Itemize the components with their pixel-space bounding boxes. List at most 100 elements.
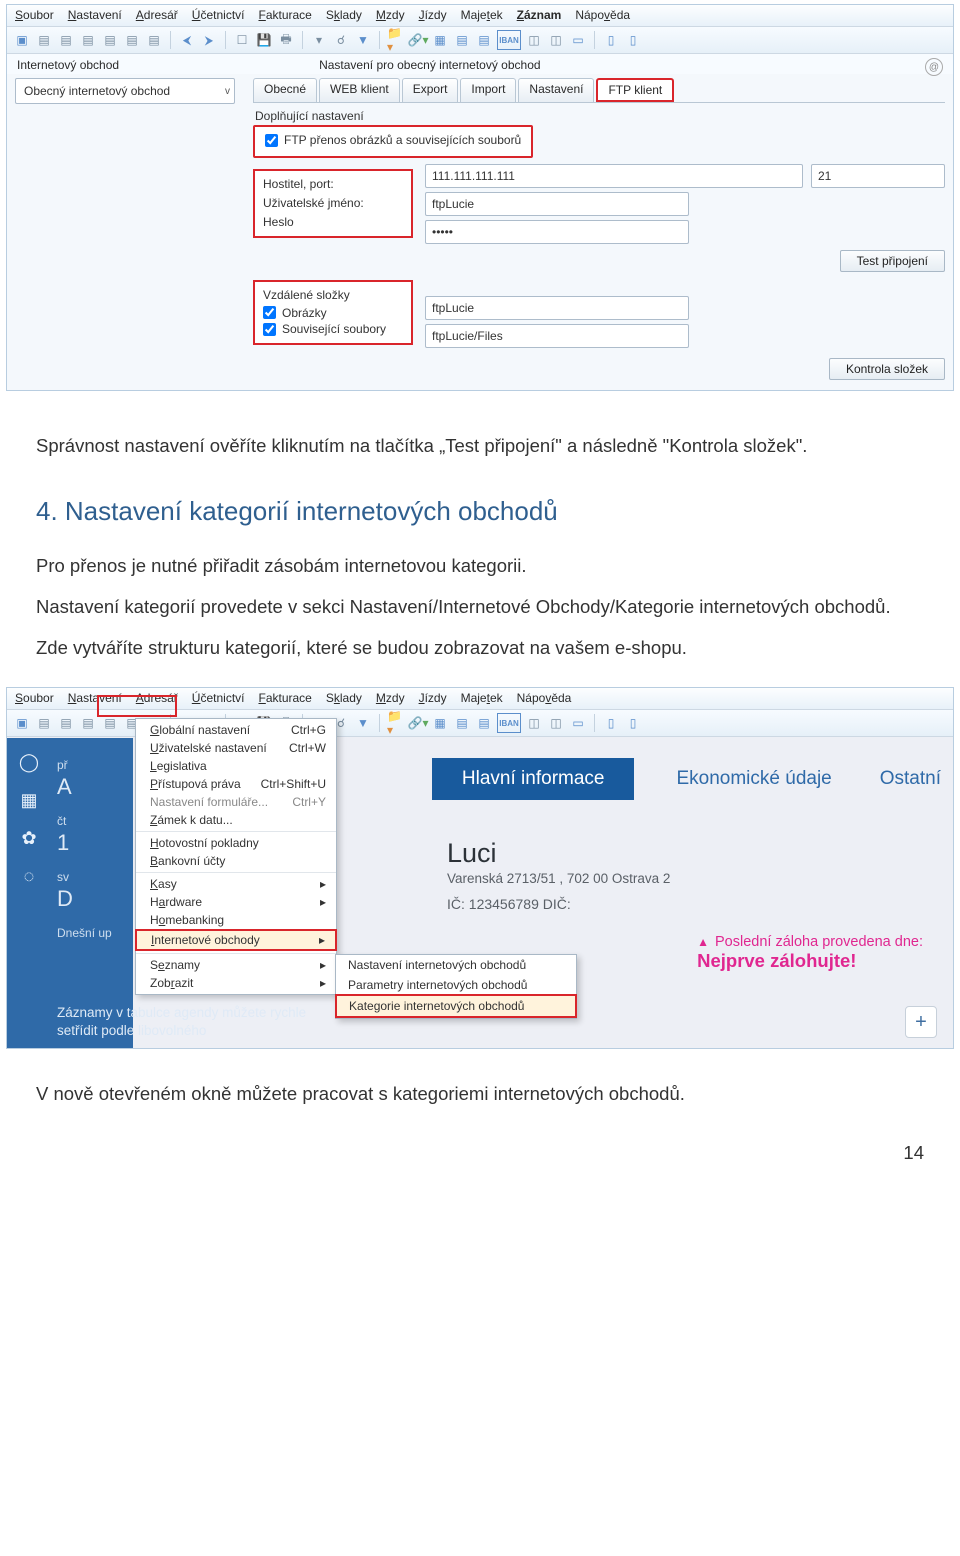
menu-item-jizdy[interactable]: Jízdy [419,691,447,705]
page-icon[interactable]: ▤ [101,31,119,49]
input-pass[interactable]: ••••• [425,220,689,244]
menu-item-majetek[interactable]: Majetek [461,8,503,22]
menu-item[interactable]: Zobrazit▸ [136,974,336,992]
menu-item-majetek[interactable]: Majetek [461,691,503,705]
menu-item[interactable]: Hardware▸ [136,893,336,911]
remote-files-checkbox[interactable]: Související soubory [263,322,386,336]
tab-import[interactable]: Import [460,78,516,102]
print-icon[interactable]: 🖶 [277,31,295,49]
page-icon[interactable]: ▤ [35,31,53,49]
menu-item-zaznam[interactable]: Záznam [517,8,562,22]
iban-icon[interactable]: IBAN [497,713,521,733]
menu-item[interactable]: Globální nastaveníCtrl+G [136,721,336,739]
menu-item[interactable]: Zámek k datu... [136,811,336,829]
menu-item[interactable]: Bankovní účty [136,852,336,870]
submenu-item-kategorie[interactable]: Kategorie internetových obchodů [335,994,577,1018]
remote-images-checkbox-input[interactable] [263,306,276,319]
calendar-icon[interactable]: ▦ [15,786,43,814]
menu-item-nastaveni[interactable]: Nastavení [68,691,122,705]
menu-item-adresar[interactable]: Adresář [136,691,178,705]
folder-icon[interactable]: 📁▾ [387,31,405,49]
tab-hlavni-informace[interactable]: Hlavní informace [432,758,635,800]
menu-item-soubor[interactable]: Soubor [15,691,54,705]
menu-item[interactable]: Uživatelské nastaveníCtrl+W [136,739,336,757]
menu-item[interactable]: Legislativa [136,757,336,775]
window-icon[interactable]: ◫ [547,714,565,732]
menu-item[interactable]: Homebanking [136,911,336,929]
menu-item-jizdy[interactable]: Jízdy [419,8,447,22]
person-icon[interactable]: ◯ [15,748,43,776]
gear-icon[interactable]: ✿ [15,824,43,852]
calendar-icon[interactable]: ▤ [453,714,471,732]
page-icon[interactable]: ▤ [145,31,163,49]
tab-obecne[interactable]: Obecné [253,78,317,102]
arrow-right-icon[interactable]: ⮞ [200,31,218,49]
tab-web-klient[interactable]: WEB klient [319,78,400,102]
menu-item-sklady[interactable]: Sklady [326,8,362,22]
folder-icon[interactable]: 📁▾ [387,714,405,732]
input-remote-files[interactable]: ftpLucie/Files [425,324,689,348]
page-icon[interactable]: ▤ [35,714,53,732]
window-icon[interactable]: ◫ [525,714,543,732]
menu-item-napoveda[interactable]: Nápověda [517,691,572,705]
add-button[interactable]: + [905,1006,937,1038]
funnel-icon[interactable]: ▼ [354,31,372,49]
tab-ftp-klient[interactable]: FTP klient [596,78,674,102]
page-icon[interactable]: ▤ [123,31,141,49]
menu-item-adresar[interactable]: Adresář [136,8,178,22]
menu-item-fakturace[interactable]: Fakturace [258,8,311,22]
window-icon[interactable]: ◫ [547,31,565,49]
menu-item[interactable]: Hotovostní pokladny [136,831,336,852]
menu-item-ucetnictvi[interactable]: Účetnictví [192,691,245,705]
column-icon[interactable]: ▯ [602,714,620,732]
bulb-icon[interactable]: ◌ [15,862,43,890]
ftp-transfer-checkbox[interactable]: FTP přenos obrázků a souvisejících soubo… [265,133,521,147]
menu-item-internetove-obchody[interactable]: Internetové obchody▸ [135,929,337,951]
remote-files-checkbox-input[interactable] [263,323,276,336]
globe-icon[interactable]: @ [925,58,943,76]
page-icon[interactable]: ▤ [101,714,119,732]
page-icon[interactable]: ▤ [57,714,75,732]
arrow-left-icon[interactable]: ⮜ [178,31,196,49]
input-port[interactable]: 21 [811,164,945,188]
doc-icon[interactable]: ▤ [475,31,493,49]
plus-icon[interactable]: ▯ [624,714,642,732]
grid-icon[interactable]: ▦ [431,31,449,49]
doc-icon[interactable]: ▤ [475,714,493,732]
remote-images-checkbox[interactable]: Obrázky [263,306,327,320]
menu-item-soubor[interactable]: Soubor [15,8,54,22]
page-icon[interactable]: ▤ [79,31,97,49]
input-user[interactable]: ftpLucie [425,192,689,216]
tab-ostatni[interactable]: Ostatní [874,758,947,800]
plus-icon[interactable]: ▯ [624,31,642,49]
window-icon[interactable]: ◫ [525,31,543,49]
funnel-icon[interactable]: ▼ [354,714,372,732]
menu-item[interactable]: Přístupová právaCtrl+Shift+U [136,775,336,793]
tab-nastaveni[interactable]: Nastavení [518,78,594,102]
save-icon[interactable]: 💾 [255,31,273,49]
menu-item-ucetnictvi[interactable]: Účetnictví [192,8,245,22]
panel-icon[interactable]: ▭ [569,714,587,732]
menu-item-sklady[interactable]: Sklady [326,691,362,705]
test-connection-button[interactable]: Test připojení [840,250,945,272]
menu-item-napoveda[interactable]: Nápověda [575,8,630,22]
dropdown-icon[interactable]: ▾ [310,31,328,49]
grid-icon[interactable]: ▦ [431,714,449,732]
tab-export[interactable]: Export [402,78,459,102]
search-icon[interactable]: ☌ [332,31,350,49]
menu-item-mzdy[interactable]: Mzdy [376,691,405,705]
input-remote-images[interactable]: ftpLucie [425,296,689,320]
column-icon[interactable]: ▯ [602,31,620,49]
iban-icon[interactable]: IBAN [497,30,521,50]
link-icon[interactable]: 🔗▾ [409,714,427,732]
ftp-transfer-checkbox-input[interactable] [265,134,278,147]
page-icon[interactable]: ▤ [79,714,97,732]
submenu-item[interactable]: Parametry internetových obchodů [336,975,576,995]
input-host[interactable]: 111.111.111.111 [425,164,803,188]
menu-item[interactable]: Seznamy▸ [136,953,336,974]
link-icon[interactable]: 🔗▾ [409,31,427,49]
shop-select[interactable]: Obecný internetový obchod v [15,78,235,104]
toolbar-icon[interactable]: ▣ [13,714,31,732]
calendar-icon[interactable]: ▤ [453,31,471,49]
sheet-icon[interactable]: ☐ [233,31,251,49]
